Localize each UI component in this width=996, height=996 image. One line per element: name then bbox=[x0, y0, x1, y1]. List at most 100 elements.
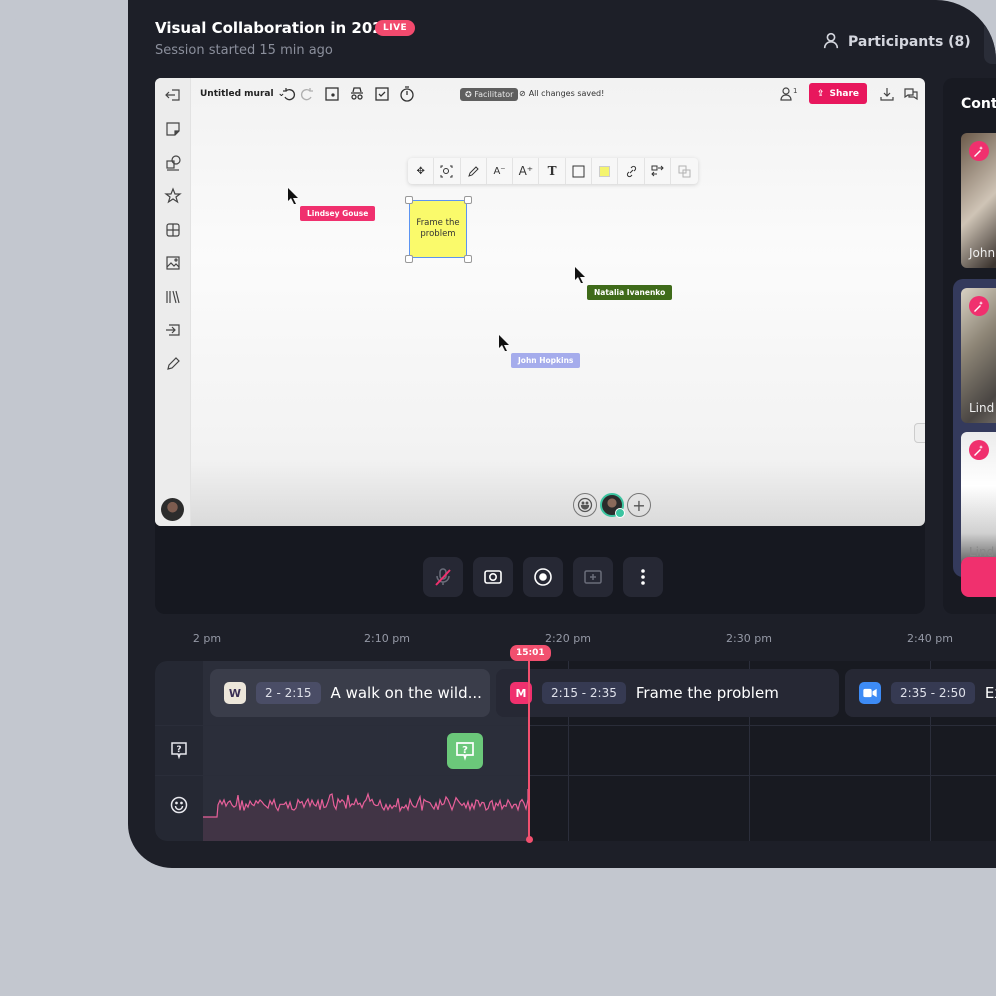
playhead-time[interactable]: 15:01 bbox=[510, 645, 551, 661]
session-time: 2:35 - 2:50 bbox=[891, 682, 975, 704]
sticky-note-icon[interactable] bbox=[164, 120, 182, 138]
tick-label: 2:40 pm bbox=[907, 632, 953, 645]
resize-handle[interactable] bbox=[405, 255, 413, 263]
playhead-handle[interactable] bbox=[525, 836, 533, 843]
font-smaller-icon[interactable]: A⁻ bbox=[487, 158, 514, 184]
session-time: 2:15 - 2:35 bbox=[542, 682, 626, 704]
cursor-icon bbox=[288, 188, 298, 204]
waveform-fill bbox=[203, 789, 528, 841]
upload-icon: ⇪ bbox=[816, 88, 825, 99]
emoji-reaction-button[interactable] bbox=[573, 493, 597, 517]
magic-wand-icon[interactable] bbox=[969, 296, 989, 316]
session-block[interactable]: M 2:15 - 2:35 Frame the problem bbox=[496, 669, 839, 717]
session-block[interactable]: 2:35 - 2:50 Ex bbox=[845, 669, 996, 717]
sticky-note[interactable]: Frame the problem bbox=[409, 200, 467, 258]
pen-icon[interactable] bbox=[164, 355, 182, 373]
checklist-icon[interactable] bbox=[374, 86, 390, 102]
mural-name-dropdown[interactable]: Untitled mural ⌄ bbox=[200, 89, 285, 99]
sticky-note-text: Frame the problem bbox=[416, 218, 460, 239]
image-icon[interactable] bbox=[164, 254, 182, 272]
svg-text:?: ? bbox=[462, 745, 468, 756]
redo-icon[interactable] bbox=[299, 86, 315, 102]
timer-icon[interactable] bbox=[399, 86, 415, 102]
comments-icon[interactable] bbox=[903, 86, 919, 102]
main-stage: Untitled mural ⌄ ✪ Facilitator ⊘ All chan… bbox=[155, 78, 925, 614]
mural-left-toolbar bbox=[155, 78, 191, 526]
star-icon[interactable] bbox=[164, 187, 182, 205]
record-icon[interactable] bbox=[523, 557, 563, 597]
screen-share-icon[interactable] bbox=[573, 557, 613, 597]
mural-canvas[interactable]: Untitled mural ⌄ ✪ Facilitator ⊘ All chan… bbox=[155, 78, 925, 526]
video-name: John bbox=[969, 246, 996, 260]
share-button[interactable]: ⇪ Share bbox=[809, 83, 867, 104]
undo-icon[interactable] bbox=[281, 86, 297, 102]
facilitator-badge[interactable]: ✪ Facilitator bbox=[460, 88, 519, 101]
panel-toggle-button[interactable] bbox=[984, 20, 996, 64]
color-swatch-icon[interactable] bbox=[592, 158, 619, 184]
session-title: A walk on the wild... bbox=[330, 684, 482, 702]
zoom-fit-icon[interactable] bbox=[434, 158, 461, 184]
border-icon[interactable] bbox=[566, 158, 593, 184]
mural-name: Untitled mural bbox=[200, 89, 274, 99]
timeline[interactable]: W 2 - 2:15 A walk on the wild... M 2:15 … bbox=[155, 661, 996, 841]
side-panel-tab[interactable] bbox=[914, 423, 925, 443]
emoji-icon bbox=[170, 796, 188, 814]
check-circle-icon: ⊘ bbox=[519, 89, 526, 98]
svg-text:?: ? bbox=[176, 745, 181, 755]
reaction-waveform bbox=[203, 789, 529, 841]
participants-button[interactable]: Participants (8) bbox=[822, 31, 971, 53]
session-block[interactable]: W 2 - 2:15 A walk on the wild... bbox=[210, 669, 490, 717]
video-tile[interactable]: Lind bbox=[961, 288, 996, 423]
playhead-line[interactable] bbox=[528, 660, 530, 840]
save-status: ⊘ All changes saved! bbox=[519, 89, 605, 98]
cursor-label-lindsey: Lindsey Gouse bbox=[300, 206, 376, 221]
swap-icon[interactable] bbox=[645, 158, 671, 184]
add-button[interactable]: + bbox=[961, 557, 996, 597]
person-icon bbox=[822, 31, 840, 53]
video-tile[interactable]: Lind bbox=[961, 432, 996, 567]
pencil-icon[interactable] bbox=[461, 158, 487, 184]
resize-handle[interactable] bbox=[464, 255, 472, 263]
shapes-icon[interactable] bbox=[164, 154, 182, 172]
add-collaborator-button[interactable]: + bbox=[627, 493, 651, 517]
participants-label: Participants (8) bbox=[848, 34, 971, 50]
session-title: Visual Collaboration in 2021 bbox=[155, 19, 394, 37]
import-icon[interactable] bbox=[164, 321, 182, 339]
video-name: Lind bbox=[969, 401, 995, 415]
tick-label: 2:30 pm bbox=[726, 632, 772, 645]
download-icon[interactable] bbox=[879, 86, 895, 102]
font-larger-icon[interactable]: A⁺ bbox=[513, 158, 540, 184]
move-icon[interactable]: ✥ bbox=[408, 158, 435, 184]
frame-icon[interactable] bbox=[324, 86, 340, 102]
incognito-icon[interactable] bbox=[349, 86, 365, 102]
video-tile[interactable]: John bbox=[961, 133, 996, 268]
library-icon[interactable] bbox=[164, 288, 182, 306]
layer-icon[interactable] bbox=[671, 158, 697, 184]
app-window: Visual Collaboration in 2021 LIVE Sessio… bbox=[128, 0, 996, 868]
resize-handle[interactable] bbox=[405, 196, 413, 204]
cursor-icon bbox=[499, 335, 509, 351]
collaborator-avatar[interactable] bbox=[600, 493, 625, 518]
magic-wand-icon[interactable] bbox=[969, 440, 989, 460]
resize-handle[interactable] bbox=[464, 196, 472, 204]
text-icon[interactable]: T bbox=[539, 158, 566, 184]
question-marker[interactable]: ? bbox=[447, 733, 483, 769]
tick-label: 2 pm bbox=[192, 632, 222, 645]
camera-icon[interactable] bbox=[473, 557, 513, 597]
device-frame: Visual Collaboration in 2021 LIVE Sessio… bbox=[0, 0, 996, 996]
current-user-avatar[interactable] bbox=[161, 498, 184, 521]
video-icon bbox=[859, 682, 881, 704]
exit-icon[interactable] bbox=[164, 86, 182, 104]
more-icon[interactable] bbox=[623, 557, 663, 597]
grid-icon[interactable] bbox=[164, 221, 182, 239]
user-count: 1 bbox=[793, 87, 798, 95]
magic-wand-icon[interactable] bbox=[969, 141, 989, 161]
link-icon[interactable] bbox=[618, 158, 645, 184]
mic-muted-icon[interactable] bbox=[423, 557, 463, 597]
session-title: Ex bbox=[984, 684, 996, 702]
panel-title: Cont bbox=[961, 96, 996, 112]
session-time: 2 - 2:15 bbox=[256, 682, 321, 704]
right-panel: Cont John Lind Lind + bbox=[943, 78, 996, 614]
live-badge: LIVE bbox=[375, 20, 416, 36]
cursor-icon bbox=[575, 267, 585, 283]
